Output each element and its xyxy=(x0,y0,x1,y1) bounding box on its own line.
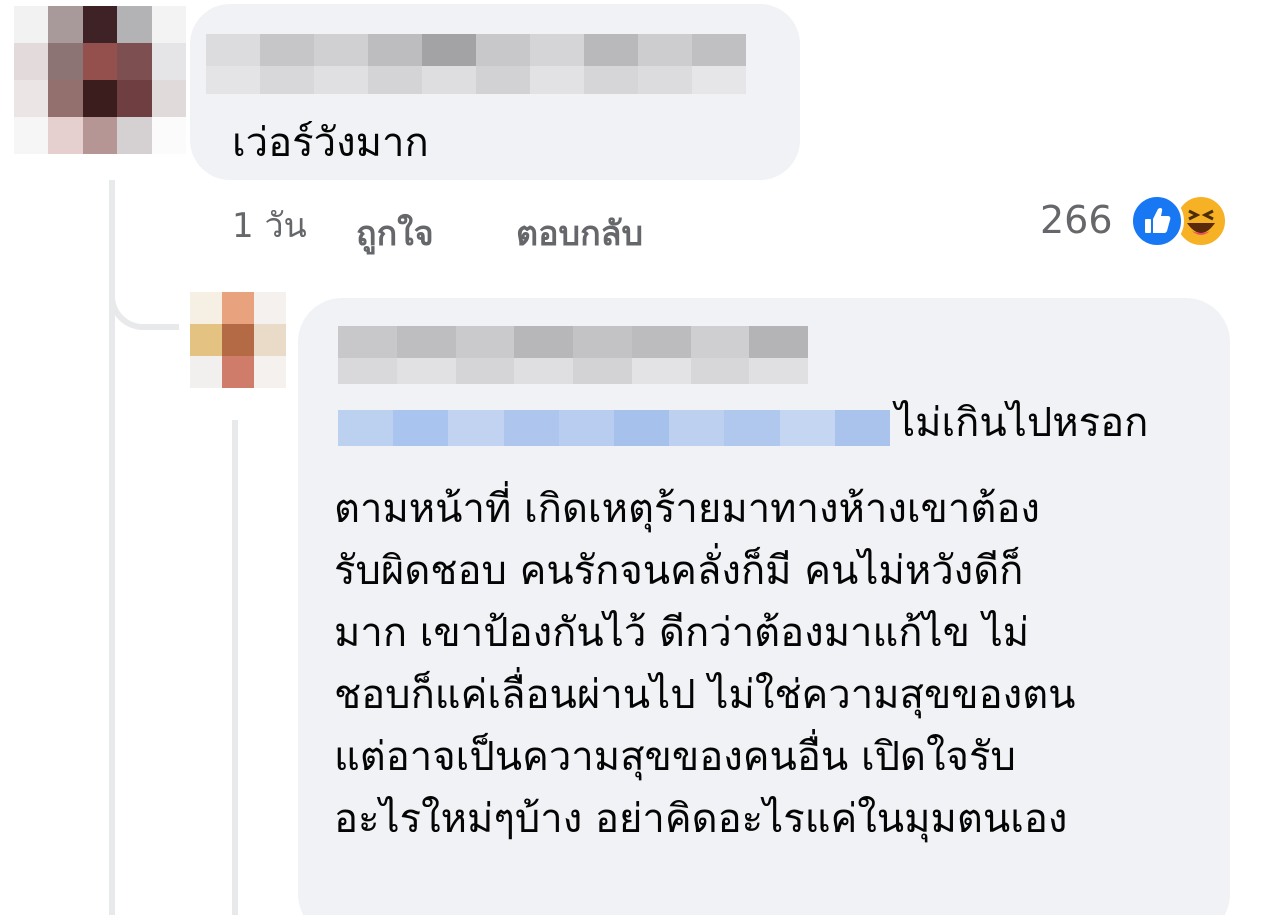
reply-text-line: มาก เขาป้องกันไว้ ดีกว่าต้องมาแก้ไข ไม่ xyxy=(334,610,1030,656)
laughing-face-glyph xyxy=(1187,209,1215,235)
comment-timestamp[interactable]: 1 วัน xyxy=(232,198,307,252)
like-icon xyxy=(1130,194,1184,248)
reply-button[interactable]: ตอบกลับ xyxy=(516,206,643,260)
replier-subtitle-blurred xyxy=(338,358,808,384)
reaction-icons[interactable] xyxy=(1130,194,1250,250)
reply-text-line: รับผิดชอบ คนรักจนคลั่งก็มี คนไม่หวังดีก็ xyxy=(334,548,1024,594)
thumbs-up-glyph xyxy=(1145,207,1171,233)
comment-text: เว่อร์วังมาก xyxy=(232,120,429,166)
reaction-count[interactable]: 266 xyxy=(1040,198,1113,242)
reply-text-line: ชอบก็แค่เลื่อนผ่านไป ไม่ใช่ความสุขของตน xyxy=(334,672,1076,718)
reply-text-line: ตามหน้าที่ เกิดเหตุร้ายมาทางห้างเขาต้อง xyxy=(334,486,1040,532)
like-button[interactable]: ถูกใจ xyxy=(356,206,434,260)
commenter-subtitle-blurred xyxy=(206,66,746,94)
reply-text-line: แต่อาจเป็นความสุขของคนอื่น เปิดใจรับ xyxy=(334,734,1016,780)
thread-connector-curve xyxy=(109,250,179,330)
avatar[interactable] xyxy=(14,6,186,154)
reply-thread-connector xyxy=(232,420,238,915)
reply-text-first-line: ไม่เกินไปหรอก xyxy=(895,400,1149,446)
reply-text-line: อะไรใหม่ๆบ้าง อย่าคิดอะไรแค่ในมุมตนเอง xyxy=(334,796,1068,842)
commenter-name-blurred[interactable] xyxy=(206,34,746,66)
replier-name-blurred[interactable] xyxy=(338,326,808,358)
mention-tag-blurred[interactable] xyxy=(338,410,891,446)
avatar[interactable] xyxy=(190,292,286,388)
comment-thread: เว่อร์วังมาก 1 วัน ถูกใจ ตอบกลับ 266 ไม่… xyxy=(0,0,1280,915)
reply-text-body: ตามหน้าที่ เกิดเหตุร้ายมาทางห้างเขาต้อง … xyxy=(334,478,1076,850)
